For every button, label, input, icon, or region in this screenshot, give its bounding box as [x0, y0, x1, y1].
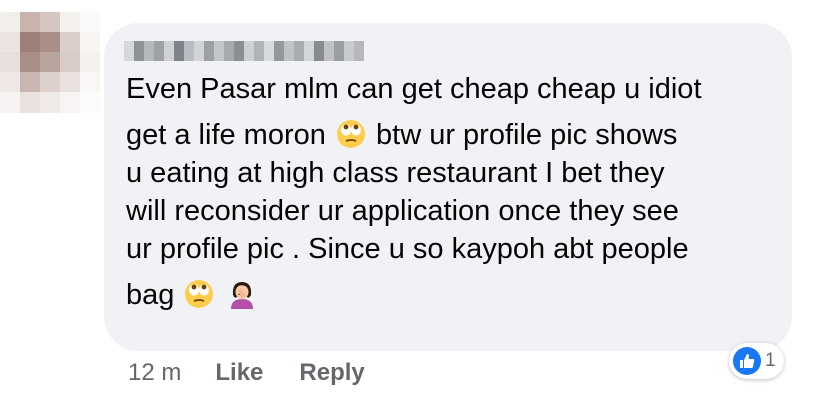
- comment-line: get a life moron btw ur profile pic show…: [126, 119, 678, 151]
- thumbs-up-icon: [733, 347, 761, 375]
- timestamp[interactable]: 12 m: [128, 359, 181, 387]
- comment-line: will reconsider ur application once they…: [126, 195, 679, 227]
- eye-roll-emoji-icon: [336, 120, 365, 148]
- reaction-count: 1: [765, 350, 776, 371]
- comment-line: Even Pasar mlm can get cheap cheap u idi…: [126, 73, 702, 105]
- comment-footer: 12 m Like Reply: [128, 359, 401, 387]
- comment-line: u eating at high class restaurant I bet …: [126, 157, 665, 189]
- eye-roll-emoji-icon: [185, 280, 214, 308]
- facepalm-woman-emoji-icon: [230, 282, 253, 309]
- comment-bubble: Even Pasar mlm can get cheap cheap u idi…: [104, 23, 792, 351]
- comment-container: Even Pasar mlm can get cheap cheap u idi…: [0, 0, 813, 409]
- comment-line: bag: [126, 276, 774, 314]
- reaction-badge[interactable]: 1: [729, 343, 784, 379]
- comment-line: ur profile pic . Since u so kaypoh abt p…: [126, 233, 689, 265]
- like-button[interactable]: Like: [215, 359, 263, 387]
- reply-button[interactable]: Reply: [299, 359, 364, 387]
- author-name-redacted[interactable]: [124, 41, 364, 61]
- avatar[interactable]: [0, 12, 100, 116]
- comment-text: Even Pasar mlm can get cheap cheap u idi…: [126, 70, 774, 314]
